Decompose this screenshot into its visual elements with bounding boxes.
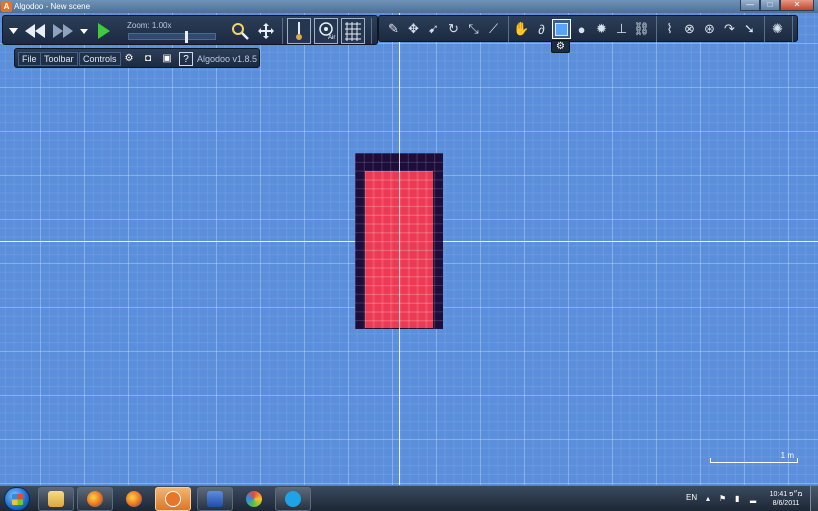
toolbar-divider	[792, 16, 793, 42]
simulation-toolbar: Zoom: 1.00x Air	[2, 15, 378, 45]
taskbar-firefox[interactable]	[77, 487, 113, 511]
paint-icon	[246, 491, 262, 507]
chain-tool-icon[interactable]: ⛓	[632, 19, 651, 39]
close-button[interactable]: ✕	[780, 0, 814, 11]
tracer-tool-icon[interactable]: ↷	[720, 19, 739, 39]
toolbar-menu-button[interactable]	[7, 19, 19, 43]
zoom-slider[interactable]	[128, 31, 216, 43]
algodoo-app-icon: A	[1, 1, 12, 12]
battery-icon[interactable]: ▮	[735, 494, 739, 503]
window-title: Algodoo - New scene	[14, 2, 91, 11]
rope-tool-icon[interactable]: ∂	[532, 19, 551, 39]
hinge-tool-icon[interactable]: ⊛	[700, 19, 719, 39]
scene-canvas[interactable]: 1 m	[0, 13, 818, 485]
scale-indicator: 1 m	[710, 451, 798, 463]
network-icon[interactable]: ▂	[750, 494, 756, 503]
circle-tool-icon[interactable]: ●	[572, 19, 591, 39]
clock-date: 8/6/2011	[772, 500, 800, 507]
play-icon	[98, 23, 110, 39]
menu-file[interactable]: File	[18, 52, 41, 66]
window-controls: — □ ✕	[740, 0, 814, 12]
window-icon[interactable]: ▣	[160, 52, 174, 66]
action-center-flag-icon[interactable]: ⚑	[719, 494, 726, 503]
rectangle-object[interactable]	[355, 153, 443, 329]
plane-tool-icon[interactable]: ⊥	[612, 19, 631, 39]
fixate-tool-icon[interactable]: ⊗	[680, 19, 699, 39]
fast-forward-icon	[53, 24, 73, 38]
settings-gear-icon[interactable]: ⚙	[122, 52, 136, 66]
language-indicator[interactable]: EN	[686, 493, 697, 502]
gravity-toggle[interactable]	[287, 18, 311, 44]
tools-toolbar: ✎ ✥ ➹ ↻ ⤡ ⟋ ✋ ∂ ● ✹ ⊥ ⛓ ⌇ ⊗ ⊛ ↷ ➘ ✺	[378, 15, 798, 42]
menu-toolbar[interactable]: Toolbar	[40, 52, 78, 66]
toolbar-divider	[282, 18, 283, 44]
clock-time: 10:41 מ״פ	[769, 491, 803, 498]
tool-options-gear-icon[interactable]: ⚙	[551, 40, 570, 53]
rewind-icon	[25, 24, 45, 38]
maximize-button[interactable]: □	[760, 0, 780, 11]
minimize-button[interactable]: —	[740, 0, 760, 11]
box-tool-icon[interactable]	[552, 19, 571, 39]
taskbar-word[interactable]	[197, 487, 233, 511]
rewind-button[interactable]	[22, 19, 48, 43]
chevron-down-icon	[80, 28, 88, 34]
skype-icon	[285, 491, 301, 507]
grid-icon	[345, 22, 361, 41]
laser-tool-icon[interactable]: ✺	[768, 19, 787, 39]
main-menu-bar: File Toolbar Controls ⚙ ◘ ▣ ? Algodoo v1…	[14, 48, 260, 68]
show-hidden-icons-icon[interactable]: ▴	[706, 494, 710, 503]
pan-button[interactable]	[255, 19, 277, 43]
camera-icon[interactable]: ◘	[141, 52, 155, 66]
chevron-down-icon	[8, 28, 18, 34]
zoom-label: Zoom: 1.00x	[127, 21, 172, 30]
gear-tool-icon[interactable]: ✹	[592, 19, 611, 39]
speed-menu-button[interactable]	[78, 19, 90, 43]
firefox-icon	[126, 491, 142, 507]
firefox-icon	[87, 491, 103, 507]
toolbar-divider	[508, 16, 509, 42]
word-icon	[207, 491, 223, 507]
move-tool-icon[interactable]: ✥	[404, 19, 423, 39]
brush-tool-icon[interactable]: ✋	[512, 19, 531, 39]
system-clock[interactable]: 10:41 מ״פ 8/6/2011	[766, 490, 806, 508]
air-toggle[interactable]: Air	[314, 18, 338, 44]
zoom-slider-handle[interactable]	[185, 31, 188, 43]
move-arrows-icon	[258, 23, 274, 39]
drag-tool-icon[interactable]: ➹	[424, 19, 443, 39]
toolbar-divider	[371, 18, 372, 44]
zoom-control: Zoom: 1.00x	[123, 19, 221, 43]
taskbar-paint[interactable]	[236, 487, 272, 511]
grid-toggle[interactable]	[341, 18, 365, 44]
version-label: Algodoo v1.8.5	[197, 54, 258, 64]
air-label: Air	[328, 35, 336, 41]
taskbar-firefox-2[interactable]	[116, 487, 152, 511]
toolbar-divider	[764, 16, 765, 42]
taskbar-skype[interactable]	[275, 487, 311, 511]
thruster-tool-icon[interactable]: ➘	[740, 19, 759, 39]
knife-tool-icon[interactable]: ⟋	[484, 19, 503, 39]
toolbar-divider	[656, 16, 657, 42]
windows-taskbar: EN ▴ ⚑ ▮ ▂ 10:41 מ״פ 8/6/2011	[0, 485, 818, 511]
magnifier-icon	[232, 23, 249, 40]
show-desktop-button[interactable]	[810, 486, 818, 511]
taskbar-explorer[interactable]	[38, 487, 74, 511]
play-button[interactable]	[94, 19, 114, 43]
folder-icon	[48, 491, 64, 507]
rectangle-axis-line	[399, 153, 400, 329]
windows-logo-icon	[12, 494, 23, 505]
spring-tool-icon[interactable]: ⌇	[660, 19, 679, 39]
fast-forward-button[interactable]	[50, 19, 76, 43]
algodoo-icon	[165, 491, 181, 507]
scale-tool-icon[interactable]: ⤡	[464, 19, 483, 39]
scale-bar	[710, 458, 798, 463]
menu-controls[interactable]: Controls	[79, 52, 121, 66]
gravity-icon	[296, 22, 302, 40]
sketch-tool-icon[interactable]: ✎	[384, 19, 403, 39]
rotate-tool-icon[interactable]: ↻	[444, 19, 463, 39]
help-icon[interactable]: ?	[179, 52, 193, 66]
start-button[interactable]	[4, 487, 30, 511]
zoom-button[interactable]	[229, 19, 251, 43]
taskbar-algodoo[interactable]	[155, 487, 191, 511]
title-bar: A Algodoo - New scene — □ ✕	[0, 0, 818, 13]
